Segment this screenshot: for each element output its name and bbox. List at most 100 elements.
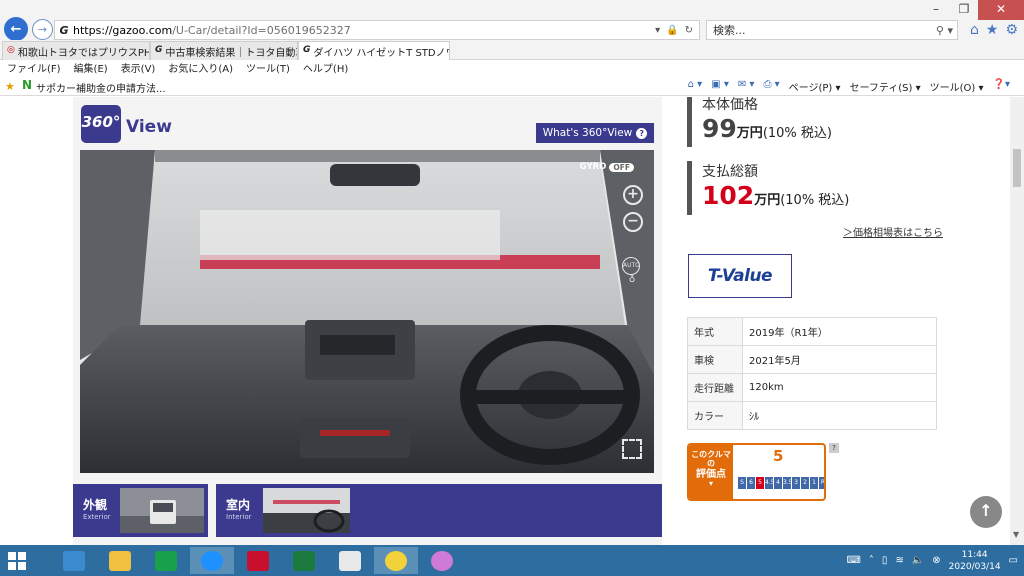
rating-scale-cell: 2 — [801, 477, 809, 489]
exterior-view-button[interactable]: 外観 Exterior — [73, 484, 208, 537]
search-icon[interactable]: ⚲ ▾ — [936, 24, 957, 37]
settings-gear-icon[interactable]: ⚙ — [1005, 22, 1018, 38]
menu-file[interactable]: ファイル(F) — [7, 60, 61, 76]
menu-view[interactable]: 表示(V) — [121, 60, 156, 76]
vertical-scrollbar[interactable]: ▼ — [1010, 97, 1024, 545]
total-price-label: 支払総額 — [702, 164, 758, 180]
taskbar-app-network[interactable] — [52, 547, 96, 574]
restore-button[interactable]: ❐ — [950, 0, 978, 20]
price-market-link[interactable]: ＞価格相場表はこちら — [843, 224, 943, 239]
interior-view-button[interactable]: 室内 Interior — [216, 484, 662, 537]
windows-taskbar: ⌨ ˄ ▯ ≋ 🔈 ⊗ 11:44 2020/03/14 ▭ — [0, 545, 1024, 576]
t-value-badge[interactable]: T-Value — [688, 254, 792, 298]
home-cmd-icon[interactable]: ⌂ ▾ — [688, 79, 703, 94]
menu-bar: ファイル(F) 編集(E) 表示(V) お気に入り(A) ツール(T) ヘルプ(… — [0, 60, 1024, 76]
taskbar-app-store[interactable] — [144, 547, 188, 574]
cmd-page[interactable]: ページ(P) ▾ — [789, 79, 841, 94]
clock[interactable]: 11:44 2020/03/14 — [949, 549, 1001, 573]
back-button[interactable]: ← — [4, 17, 28, 41]
fullscreen-icon[interactable] — [622, 439, 642, 459]
360-logo: 360° — [81, 105, 121, 143]
tab-search-results[interactable]: G 中古車検索結果｜トヨタ自動車... — [150, 41, 298, 60]
auto-rotate-button[interactable]: AUTO ♁ — [622, 257, 642, 287]
tab-label: 和歌山トヨタではプリウスPHVの展... — [17, 47, 149, 59]
close-window-button[interactable]: ✕ — [978, 0, 1024, 20]
print-icon[interactable]: ⎙ ▾ — [763, 79, 779, 94]
command-bar: ⌂ ▾ ▣ ▾ ✉ ▾ ⎙ ▾ ページ(P) ▾ セーフティ(S) ▾ ツール(… — [688, 79, 1010, 94]
url-field[interactable]: G https://gazoo.com/U-Car/detail?Id=0560… — [54, 20, 700, 40]
ai21-icon — [247, 550, 269, 571]
taskbar-app-excel[interactable] — [282, 547, 326, 574]
spec-key: カラー — [687, 401, 743, 430]
new-tab-button[interactable] — [450, 41, 470, 60]
menu-edit[interactable]: 編集(E) — [74, 60, 108, 76]
power-icon[interactable]: ▯ — [882, 555, 888, 566]
tab-wakayama-toyota[interactable]: ◎ 和歌山トヨタではプリウスPHVの展... — [2, 41, 150, 60]
question-icon: ? — [636, 127, 648, 139]
home-icon[interactable]: ⌂ — [970, 22, 979, 38]
url-host: https://gazoo.com — [73, 23, 173, 37]
mail-icon[interactable]: ✉ ▾ — [738, 79, 755, 94]
rating-scale-cell: R — [819, 477, 824, 489]
total-price-block: 支払総額 102万円(10% 税込) — [687, 161, 849, 215]
refresh-icon[interactable]: ↻ — [685, 25, 693, 36]
taskbar-app-ie[interactable] — [190, 547, 234, 574]
tax-note: (10% 税込) — [780, 193, 850, 208]
toyota-favicon-icon: ◎ — [7, 45, 15, 55]
spec-value: 2021年5月 — [742, 345, 937, 374]
tray-expand-icon[interactable]: ˄ — [869, 555, 874, 566]
zoom-out-icon[interactable]: − — [623, 212, 643, 232]
favorite-site-icon: N — [22, 78, 33, 92]
cmd-tools[interactable]: ツール(O) ▾ — [930, 79, 984, 94]
help-icon[interactable]: ❓▾ — [993, 79, 1010, 94]
rating-scale-cell: 3 — [792, 477, 800, 489]
tab-bar: ◎ 和歌山トヨタではプリウスPHVの展... G 中古車検索結果｜トヨタ自動車.… — [0, 40, 1024, 60]
taskbar-app-terminal[interactable] — [328, 547, 372, 574]
minimize-button[interactable]: – — [922, 0, 950, 20]
taskbar-app-paint[interactable] — [420, 547, 464, 574]
scroll-to-top-button[interactable]: ↑ — [970, 496, 1002, 528]
whats-360-button[interactable]: What's 360°View ? — [536, 123, 654, 143]
favorites-star-icon[interactable]: ★ — [986, 22, 999, 38]
rating-badge[interactable]: このクルマの 評価点 ▾ 5 S654.543.5321RRA — [687, 443, 826, 501]
360-interior-viewer[interactable]: GYRO OFF + − AUTO ♁ — [80, 150, 654, 473]
windows-start-icon[interactable] — [8, 552, 26, 570]
search-input[interactable]: 検索... ⚲ ▾ — [706, 20, 958, 40]
gyro-toggle[interactable]: GYRO OFF — [580, 162, 634, 172]
lightbulb-icon: ♁ — [628, 275, 636, 285]
taskbar-app-explorer[interactable] — [98, 547, 142, 574]
favorite-link[interactable]: サポカー補助金の申請方法... — [36, 80, 166, 95]
rating-scale-cell: 5 — [756, 477, 764, 489]
volume-icon[interactable]: 🔈 — [912, 555, 924, 566]
t-value-logo: T-Value — [707, 266, 773, 286]
tab-hijet-detail[interactable]: G ダイハツ ハイゼットT STDノウ... ✕ — [298, 41, 450, 60]
spec-value: 2019年（R1年） — [742, 317, 937, 346]
rating-help-icon[interactable]: ? — [829, 443, 839, 453]
paint-icon — [431, 550, 453, 571]
zoom-in-icon[interactable]: + — [623, 185, 643, 205]
keyboard-icon[interactable]: ⌨ — [846, 555, 860, 566]
table-row: 走行距離 120km — [687, 373, 937, 402]
menu-help[interactable]: ヘルプ(H) — [303, 60, 348, 76]
ime-icon[interactable]: ⊗ — [932, 555, 940, 566]
wifi-icon[interactable]: ≋ — [895, 555, 903, 566]
scroll-down-icon[interactable]: ▼ — [1013, 530, 1019, 539]
lock-icon[interactable]: 🔒 — [666, 25, 678, 36]
taskbar-app-ai21[interactable] — [236, 547, 280, 574]
dropdown-icon[interactable]: ▾ — [655, 25, 660, 36]
menu-tools[interactable]: ツール(T) — [246, 60, 290, 76]
price-unit: 万円 — [736, 126, 763, 141]
page-content: 360° View What's 360°View ? GYRO OFF + −… — [0, 97, 1010, 545]
table-row: 車検 2021年5月 — [687, 345, 937, 374]
taskbar-app-dall[interactable] — [374, 547, 418, 574]
rating-label-line1: このクルマの — [691, 450, 731, 468]
forward-button[interactable]: → — [32, 19, 53, 40]
internet-explorer-icon — [201, 550, 223, 571]
notifications-icon[interactable]: ▭ — [1009, 555, 1018, 566]
menu-favorites[interactable]: お気に入り(A) — [168, 60, 233, 76]
spec-key: 車検 — [687, 345, 743, 374]
add-favorite-icon[interactable]: ★ — [5, 80, 15, 93]
cmd-safety[interactable]: セーフティ(S) ▾ — [849, 79, 920, 94]
feeds-icon[interactable]: ▣ ▾ — [711, 79, 729, 94]
scrollbar-thumb[interactable] — [1013, 149, 1021, 187]
